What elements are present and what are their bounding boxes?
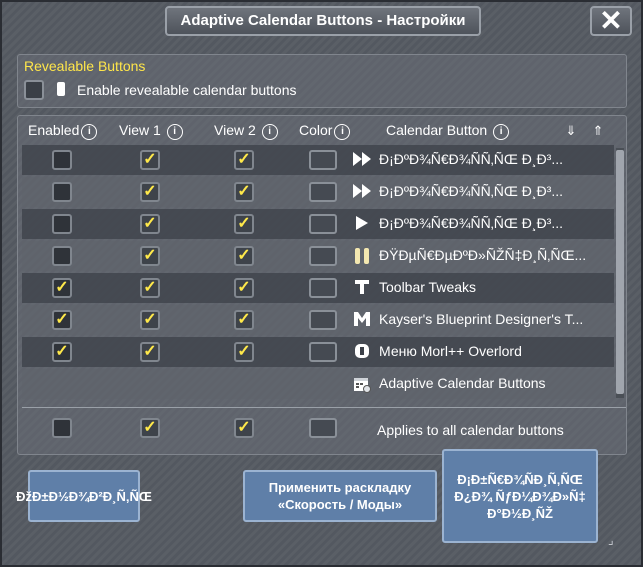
table-row: ✓ ✓ ✓ Toolbar Tweaks bbox=[22, 273, 614, 303]
enabled-checkbox[interactable] bbox=[52, 246, 72, 266]
view2-checkbox[interactable]: ✓ bbox=[234, 214, 254, 234]
view2-checkbox[interactable]: ✓ bbox=[234, 182, 254, 202]
color-swatch[interactable] bbox=[309, 310, 337, 330]
toolbar-tweaks-icon bbox=[352, 279, 372, 297]
column-view1: View 1 i bbox=[119, 122, 183, 140]
table-row: ✓ ✓ ÐŸÐµÑ€ÐµÐºÐ»ÑŽÑ‡Ð¸Ñ‚ÑŒ... bbox=[22, 241, 614, 271]
enable-revealable-checkbox[interactable] bbox=[24, 80, 44, 100]
view1-checkbox[interactable]: ✓ bbox=[140, 310, 160, 330]
column-enabled-label: Enabled bbox=[28, 122, 80, 138]
view2-checkbox[interactable]: ✓ bbox=[234, 342, 254, 362]
pause-icon bbox=[352, 247, 372, 265]
all-enabled-checkbox[interactable] bbox=[52, 418, 72, 438]
table-row: ✓ ✓ Ð¡ÐºÐ¾Ñ€Ð¾ÑÑ‚ÑŒ Ð¸Ð³... bbox=[22, 209, 614, 239]
color-swatch[interactable] bbox=[309, 214, 337, 234]
column-view2-label: View 2 bbox=[214, 122, 256, 138]
sort-up-icon[interactable]: ⇑ bbox=[591, 123, 605, 139]
info-icon[interactable]: i bbox=[334, 124, 351, 140]
color-swatch[interactable] bbox=[309, 150, 337, 170]
enabled-checkbox[interactable]: ✓ bbox=[52, 278, 72, 298]
all-view1-checkbox[interactable]: ✓ bbox=[140, 418, 160, 438]
color-swatch[interactable] bbox=[309, 182, 337, 202]
all-color-swatch[interactable] bbox=[309, 418, 337, 438]
info-icon[interactable]: i bbox=[261, 124, 278, 140]
applies-to-all-label: Applies to all calendar buttons bbox=[377, 422, 564, 438]
menu-overlord-icon bbox=[352, 343, 372, 361]
view1-checkbox[interactable]: ✓ bbox=[140, 246, 160, 266]
info-icon[interactable]: i bbox=[166, 124, 183, 140]
close-button[interactable]: ✕ bbox=[590, 6, 632, 36]
column-color: Color i bbox=[299, 122, 351, 140]
calendar-button-name: Kayser's Blueprint Designer's T... bbox=[379, 311, 584, 327]
view1-checkbox[interactable]: ✓ bbox=[140, 150, 160, 170]
revealable-title: Revealable Buttons bbox=[24, 58, 146, 74]
calendar-button-name: Adaptive Calendar Buttons bbox=[379, 375, 546, 391]
column-calendar-button-label: Calendar Button bbox=[386, 122, 488, 138]
fast-forward-icon bbox=[352, 151, 372, 169]
enabled-checkbox[interactable]: ✓ bbox=[52, 310, 72, 330]
calendar-button-name: Toolbar Tweaks bbox=[379, 279, 477, 295]
table-row: ✓ ✓ Ð¡ÐºÐ¾Ñ€Ð¾ÑÑ‚ÑŒ Ð¸Ð³... bbox=[22, 177, 614, 207]
table-row: Adaptive Calendar Buttons bbox=[22, 369, 614, 399]
table-row: ✓ ✓ ✓ Меню Morl++ Overlord bbox=[22, 337, 614, 367]
view2-checkbox[interactable]: ✓ bbox=[234, 246, 254, 266]
info-icon[interactable]: i bbox=[493, 124, 510, 140]
apply-layout-line2: «Скорость / Моды» bbox=[277, 497, 403, 512]
view1-checkbox[interactable]: ✓ bbox=[140, 214, 160, 234]
calendar-button-name: Ð¡ÐºÐ¾Ñ€Ð¾ÑÑ‚ÑŒ Ð¸Ð³... bbox=[379, 151, 564, 167]
revealable-icon bbox=[57, 82, 65, 96]
color-swatch[interactable] bbox=[309, 246, 337, 266]
scrollbar-thumb[interactable] bbox=[616, 150, 624, 394]
divider bbox=[22, 407, 626, 408]
enabled-checkbox[interactable]: ✓ bbox=[52, 342, 72, 362]
view1-checkbox[interactable]: ✓ bbox=[140, 342, 160, 362]
calendar-button-name: Ð¡ÐºÐ¾Ñ€Ð¾ÑÑ‚ÑŒ Ð¸Ð³... bbox=[379, 215, 564, 231]
calendar-settings-icon bbox=[352, 375, 372, 393]
column-view1-label: View 1 bbox=[119, 122, 161, 138]
column-color-label: Color bbox=[299, 122, 333, 138]
apply-layout-button[interactable]: Применить раскладку «Скорость / Моды» bbox=[243, 470, 437, 522]
window-title: Adaptive Calendar Buttons - Настройки bbox=[165, 6, 481, 36]
calendar-button-name: ÐŸÐµÑ€ÐµÐºÐ»ÑŽÑ‡Ð¸Ñ‚ÑŒ... bbox=[379, 247, 587, 263]
all-view2-checkbox[interactable]: ✓ bbox=[234, 418, 254, 438]
view2-checkbox[interactable]: ✓ bbox=[234, 310, 254, 330]
enabled-checkbox[interactable] bbox=[52, 150, 72, 170]
apply-layout-line1: Применить раскладку bbox=[268, 480, 412, 495]
view1-checkbox[interactable]: ✓ bbox=[140, 278, 160, 298]
table-row: ✓ ✓ ✓ Kayser's Blueprint Designer's T... bbox=[22, 305, 614, 335]
calendar-button-name: Ð¡ÐºÐ¾Ñ€Ð¾ÑÑ‚ÑŒ Ð¸Ð³... bbox=[379, 183, 564, 199]
refresh-button-label: ÐžÐ±Ð½Ð¾Ð²Ð¸Ñ‚ÑŒ bbox=[16, 488, 152, 504]
color-swatch[interactable] bbox=[309, 278, 337, 298]
color-swatch[interactable] bbox=[309, 342, 337, 362]
view1-checkbox[interactable]: ✓ bbox=[140, 182, 160, 202]
play-icon bbox=[352, 215, 372, 233]
view2-checkbox[interactable]: ✓ bbox=[234, 278, 254, 298]
refresh-button[interactable]: ÐžÐ±Ð½Ð¾Ð²Ð¸Ñ‚ÑŒ bbox=[16, 470, 152, 522]
kayser-m-icon bbox=[352, 311, 372, 329]
calendar-button-name: Меню Morl++ Overlord bbox=[379, 343, 522, 359]
enable-revealable-label: Enable revealable calendar buttons bbox=[77, 82, 297, 98]
sort-down-icon[interactable]: ⇓ bbox=[564, 123, 578, 139]
settings-window: Adaptive Calendar Buttons - Настройки ✕ … bbox=[0, 0, 643, 567]
reset-defaults-label: Ð¡Ð±Ñ€Ð¾ÑÐ¸Ñ‚ÑŒ Ð¿Ð¾ ÑƒÐ¼Ð¾Ð»Ñ‡Ð°Ð½Ð¸ÑŽ bbox=[454, 471, 586, 521]
resize-grip-icon[interactable]: ⌟ bbox=[608, 533, 614, 547]
info-icon[interactable]: i bbox=[81, 124, 98, 140]
column-calendar-button: Calendar Button i bbox=[386, 122, 510, 140]
reset-defaults-button[interactable]: Ð¡Ð±Ñ€Ð¾ÑÐ¸Ñ‚ÑŒ Ð¿Ð¾ ÑƒÐ¼Ð¾Ð»Ñ‡Ð°Ð½Ð¸ÑŽ bbox=[442, 449, 598, 543]
table-row: ✓ ✓ Ð¡ÐºÐ¾Ñ€Ð¾ÑÑ‚ÑŒ Ð¸Ð³... bbox=[22, 145, 614, 175]
enabled-checkbox[interactable] bbox=[52, 214, 72, 234]
view2-checkbox[interactable]: ✓ bbox=[234, 150, 254, 170]
fast-forward-icon bbox=[352, 183, 372, 201]
enabled-checkbox[interactable] bbox=[52, 182, 72, 202]
column-enabled: Enabled i bbox=[28, 122, 98, 140]
column-view2: View 2 i bbox=[214, 122, 278, 140]
